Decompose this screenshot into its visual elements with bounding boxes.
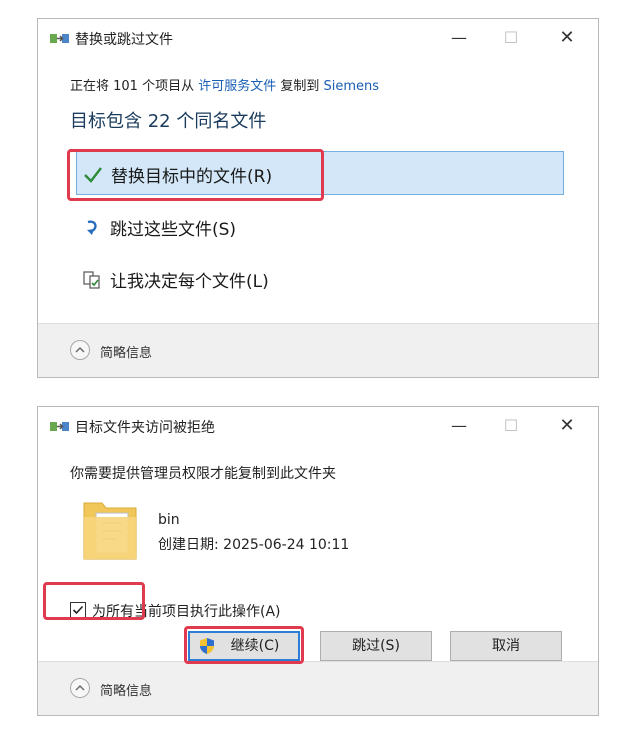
- maximize-button[interactable]: ☐: [496, 413, 526, 439]
- collapse-details-button[interactable]: [70, 678, 90, 698]
- option-label: 替换目标中的文件(R): [111, 167, 273, 187]
- minimize-button[interactable]: —: [444, 25, 474, 51]
- checkmark-icon: [84, 167, 102, 183]
- dialog-footer: 简略信息: [38, 323, 598, 377]
- minimize-button[interactable]: —: [444, 413, 474, 439]
- option-replace-files[interactable]: 替换目标中的文件(R): [76, 151, 564, 195]
- checkmark-icon: [72, 605, 84, 615]
- destination-folder-link[interactable]: Siemens: [324, 79, 380, 94]
- replace-or-skip-dialog: 替换或跳过文件 — ☐ ✕ 正在将 101 个项目从 许可服务文件 复制到 Si…: [37, 18, 599, 378]
- access-denied-dialog: 目标文件夹访问被拒绝 — ☐ ✕ 你需要提供管理员权限才能复制到此文件夹 bin…: [37, 406, 599, 716]
- folder-icon: [83, 502, 137, 560]
- option-decide-each-file[interactable]: 让我决定每个文件(L): [76, 257, 564, 301]
- title-bar[interactable]: 替换或跳过文件 — ☐ ✕: [38, 19, 598, 59]
- cancel-button[interactable]: 取消: [450, 631, 562, 661]
- chevron-up-icon: [75, 347, 85, 353]
- skip-button[interactable]: 跳过(S): [320, 631, 432, 661]
- fewer-details-label[interactable]: 简略信息: [100, 342, 152, 361]
- copy-middle: 复制到: [280, 79, 320, 94]
- apply-to-all-checkbox[interactable]: [70, 602, 86, 618]
- permission-message: 你需要提供管理员权限才能复制到此文件夹: [70, 466, 336, 482]
- folder-name: bin: [158, 512, 180, 528]
- apply-to-all-label: 为所有当前项目执行此操作(A): [92, 604, 281, 620]
- dialog-title: 替换或跳过文件: [75, 32, 173, 48]
- option-label: 跳过这些文件(S): [110, 220, 237, 240]
- dialog-title: 目标文件夹访问被拒绝: [75, 420, 215, 436]
- source-folder-link[interactable]: 许可服务文件: [198, 79, 276, 94]
- title-bar[interactable]: 目标文件夹访问被拒绝 — ☐ ✕: [38, 407, 598, 447]
- chevron-up-icon: [75, 685, 85, 691]
- option-skip-files[interactable]: 跳过这些文件(S): [76, 205, 564, 249]
- continue-button[interactable]: 继续(C): [188, 631, 300, 661]
- close-button[interactable]: ✕: [552, 25, 582, 51]
- dialog-footer: 简略信息: [38, 661, 598, 715]
- file-transfer-icon: [50, 422, 69, 431]
- file-transfer-icon: [50, 34, 69, 43]
- compare-files-icon: [83, 271, 100, 289]
- close-button[interactable]: ✕: [552, 413, 582, 439]
- copy-status-line: 正在将 101 个项目从 许可服务文件 复制到 Siemens: [70, 75, 379, 94]
- folder-created-date: 创建日期: 2025-06-24 10:11: [158, 537, 350, 553]
- continue-label: 继续(C): [230, 638, 280, 654]
- skip-arrow-icon: [87, 220, 97, 235]
- fewer-details-label[interactable]: 简略信息: [100, 680, 152, 699]
- option-label: 让我决定每个文件(L): [110, 272, 269, 292]
- maximize-button[interactable]: ☐: [496, 25, 526, 51]
- uac-shield-icon: [200, 638, 214, 654]
- collapse-details-button[interactable]: [70, 340, 90, 360]
- conflict-heading: 目标包含 22 个同名文件: [70, 111, 267, 132]
- copy-prefix: 正在将 101 个项目从: [70, 79, 195, 94]
